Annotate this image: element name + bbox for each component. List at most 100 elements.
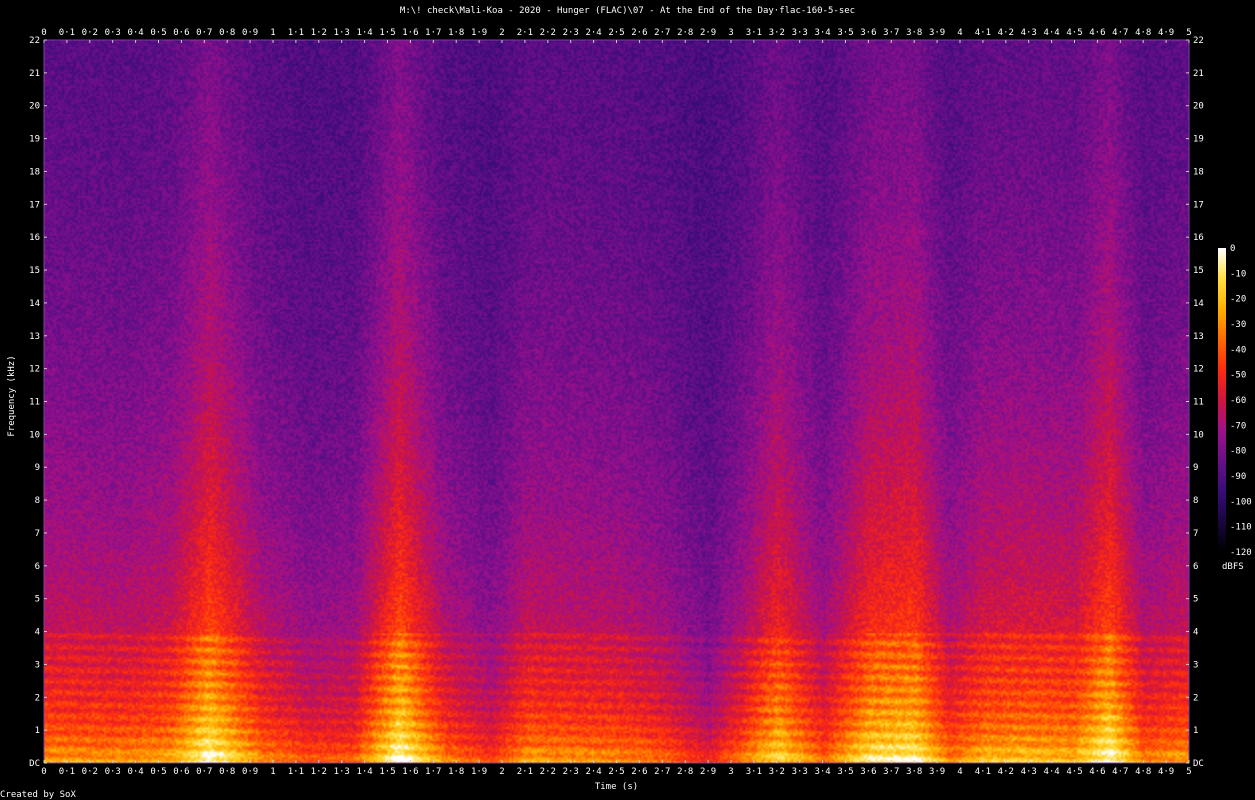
x-tick-label-top: 0·9 (242, 28, 258, 38)
x-tick-label-bottom: 3·3 (792, 767, 808, 777)
x-tick-label-bottom: 4·2 (998, 767, 1014, 777)
y-tick-label-left: 22 (29, 36, 40, 46)
y-tick-label-right: 12 (1193, 365, 1204, 375)
x-tick-label-top: 1·4 (356, 28, 372, 38)
x-axis-label: Time (s) (594, 782, 639, 792)
colorbar-tick-label: -100 (1230, 497, 1252, 507)
x-tick-label-top: 0 (41, 28, 46, 38)
y-tick-label-left: 14 (29, 299, 40, 309)
x-tick-label-top: 2·8 (677, 28, 693, 38)
x-tick-label-bottom: 4·8 (1135, 767, 1151, 777)
x-tick-label-top: 4·9 (1158, 28, 1174, 38)
colorbar-tick-label: -60 (1230, 396, 1246, 406)
y-tick-label-left: 7 (35, 529, 40, 539)
x-tick-label-bottom: 1·4 (356, 767, 372, 777)
colorbar-tick-label: -120 (1230, 548, 1252, 558)
y-tick-label-left: 1 (35, 726, 40, 736)
x-tick-label-bottom: 4·7 (1112, 767, 1128, 777)
x-tick-label-top: 4·7 (1112, 28, 1128, 38)
colorbar-tick-label: -90 (1230, 472, 1246, 482)
colorbar-tick-label: -10 (1230, 269, 1246, 279)
x-tick-label-top: 3·9 (929, 28, 945, 38)
y-tick-label-left: 18 (29, 167, 40, 177)
y-tick-label-right: 18 (1193, 167, 1204, 177)
x-tick-label-top: 4·3 (1021, 28, 1037, 38)
x-tick-label-bottom: 0·9 (242, 767, 258, 777)
y-tick-label-left: 17 (29, 200, 40, 210)
x-tick-label-top: 1·9 (471, 28, 487, 38)
x-tick-label-top: 2·2 (540, 28, 556, 38)
x-tick-label-bottom: 4·4 (1043, 767, 1059, 777)
y-tick-label-right: 16 (1193, 233, 1204, 243)
y-tick-label-right: DC (1193, 759, 1204, 769)
y-tick-label-right: 10 (1193, 430, 1204, 440)
y-tick-label-left: 11 (29, 398, 40, 408)
x-tick-label-top: 1·1 (288, 28, 304, 38)
spectrogram-chart: 0 0·1 0·2 0·3 0·4 0·5 0·6 0·7 0·8 0·9 1 1·1 1·2 1·3 1·… (29, 28, 1252, 777)
y-tick-label-right: 11 (1193, 398, 1204, 408)
x-tick-label-bottom: 4·1 (975, 767, 991, 777)
x-tick-label-top: 2·4 (585, 28, 601, 38)
x-tick-label-bottom: 2·9 (700, 767, 716, 777)
x-tick-label-top: 1·6 (402, 28, 418, 38)
x-tick-label-bottom: 0·2 (82, 767, 98, 777)
x-tick-label-bottom: 3·1 (746, 767, 762, 777)
x-tick-label-bottom: 2·5 (608, 767, 624, 777)
x-tick-label-bottom: 2·1 (517, 767, 533, 777)
y-tick-label-right: 20 (1193, 102, 1204, 112)
y-tick-label-right: 22 (1193, 36, 1204, 46)
x-tick-label-bottom: 1·7 (425, 767, 441, 777)
x-tick-label-bottom: 2·8 (677, 767, 693, 777)
y-tick-label-right: 14 (1193, 299, 1204, 309)
x-tick-label-bottom: 3·4 (814, 767, 830, 777)
y-tick-label-right: 2 (1193, 693, 1198, 703)
credit-text: Created by SoX (0, 790, 76, 800)
x-tick-label-top: 3 (728, 28, 733, 38)
x-tick-label-bottom: 0·6 (173, 767, 189, 777)
x-tick-label-bottom: 2·3 (563, 767, 579, 777)
x-tick-label-top: 4·6 (1089, 28, 1105, 38)
x-tick-label-top: 1·8 (448, 28, 464, 38)
x-tick-label-top: 2·1 (517, 28, 533, 38)
colorbar-tick-label: 0 (1230, 244, 1235, 254)
colorbar-tick-label: -110 (1230, 523, 1252, 533)
y-tick-label-right: 7 (1193, 529, 1198, 539)
y-tick-label-left: 20 (29, 102, 40, 112)
x-tick-label-top: 4·2 (998, 28, 1014, 38)
x-tick-label-bottom: 1·6 (402, 767, 418, 777)
y-tick-label-right: 13 (1193, 332, 1204, 342)
x-tick-label-top: 3·6 (860, 28, 876, 38)
x-tick-label-top: 0·5 (150, 28, 166, 38)
x-tick-label-bottom: 1·9 (471, 767, 487, 777)
x-tick-label-bottom: 4·5 (1066, 767, 1082, 777)
x-tick-label-top: 0·2 (82, 28, 98, 38)
x-tick-label-top: 1·3 (334, 28, 350, 38)
colorbar-tick-label: -50 (1230, 371, 1246, 381)
x-tick-label-top: 5 (1186, 28, 1191, 38)
x-tick-label-top: 2·5 (608, 28, 624, 38)
y-tick-label-left: 3 (35, 660, 40, 670)
x-tick-label-bottom: 0·8 (219, 767, 235, 777)
y-tick-label-left: 9 (35, 463, 40, 473)
y-tick-label-left: 16 (29, 233, 40, 243)
y-tick-label-right: 4 (1193, 628, 1198, 638)
x-tick-label-top: 0·7 (196, 28, 212, 38)
x-tick-label-bottom: 0 (41, 767, 46, 777)
x-tick-label-top: 2·6 (631, 28, 647, 38)
y-tick-label-left: 12 (29, 365, 40, 375)
y-tick-label-right: 19 (1193, 135, 1204, 145)
colorbar-tick-label: -30 (1230, 320, 1246, 330)
x-tick-label-bottom: 0·5 (150, 767, 166, 777)
y-tick-label-left: 13 (29, 332, 40, 342)
x-tick-label-top: 4 (957, 28, 962, 38)
y-tick-label-left: 19 (29, 135, 40, 145)
y-tick-label-right: 17 (1193, 200, 1204, 210)
colorbar-tick-label: -70 (1230, 421, 1246, 431)
colorbar-label: dBFS (1222, 562, 1244, 572)
y-tick-label-right: 8 (1193, 496, 1198, 506)
x-tick-label-top: 2·3 (563, 28, 579, 38)
y-tick-label-left: 6 (35, 562, 40, 572)
x-tick-label-top: 2·7 (654, 28, 670, 38)
y-tick-label-left: 8 (35, 496, 40, 506)
x-tick-label-bottom: 3·7 (883, 767, 899, 777)
